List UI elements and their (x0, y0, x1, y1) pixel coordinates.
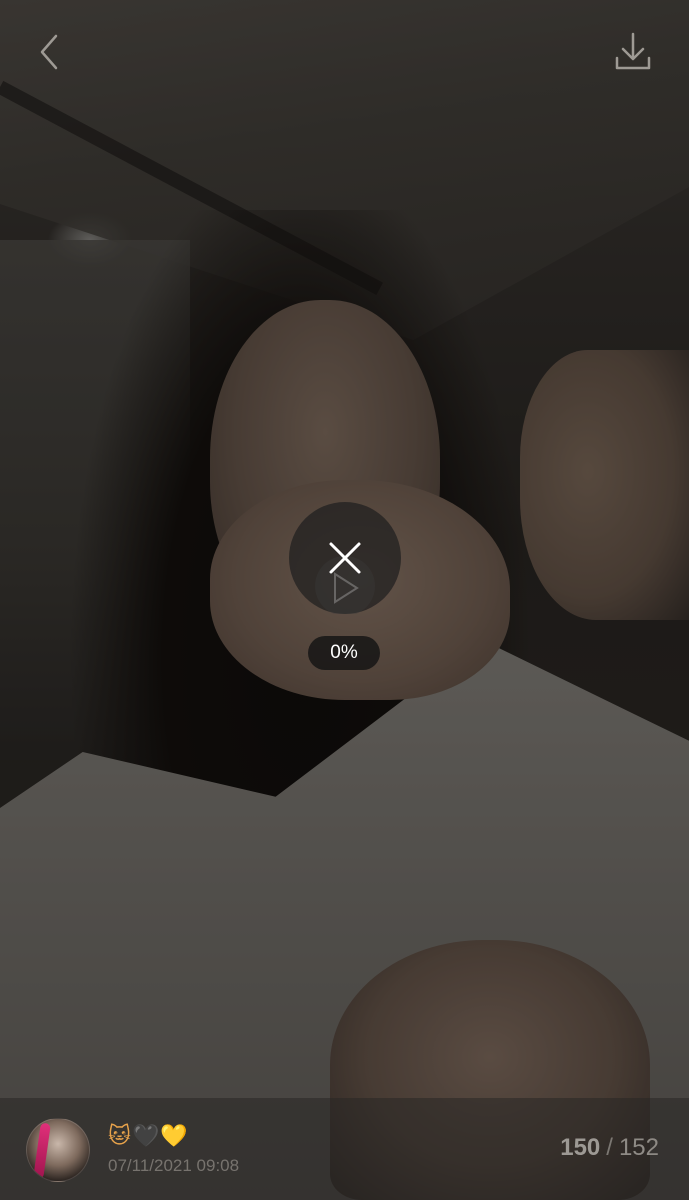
black-heart-emoji: 🖤 (131, 1124, 161, 1149)
chevron-left-icon (40, 34, 58, 70)
yellow-heart-emoji: 💛 (160, 1124, 189, 1149)
download-button[interactable] (608, 28, 658, 76)
caption-emoji-row: 🐱🖤💛 (108, 1123, 189, 1151)
avatar[interactable] (26, 1118, 90, 1182)
top-bar (0, 0, 689, 100)
current-index: 150 (560, 1134, 601, 1161)
post-timestamp: 07/11/2021 09:08 (108, 1156, 240, 1175)
media-viewer: 0% 🐱🖤💛 07/11/2021 09:08 150/152 (0, 0, 689, 1200)
video-loading-indicator[interactable] (289, 502, 401, 614)
media-counter: 150/152 (560, 1134, 659, 1162)
avatar-hair-streak (33, 1122, 51, 1180)
total-count: 152 (618, 1134, 659, 1161)
download-icon (615, 32, 651, 70)
back-button[interactable] (28, 28, 72, 76)
cat-emoji: 🐱 (108, 1124, 132, 1149)
counter-separator: / (606, 1134, 613, 1161)
close-icon[interactable] (289, 502, 401, 614)
download-progress-label: 0% (308, 636, 380, 670)
